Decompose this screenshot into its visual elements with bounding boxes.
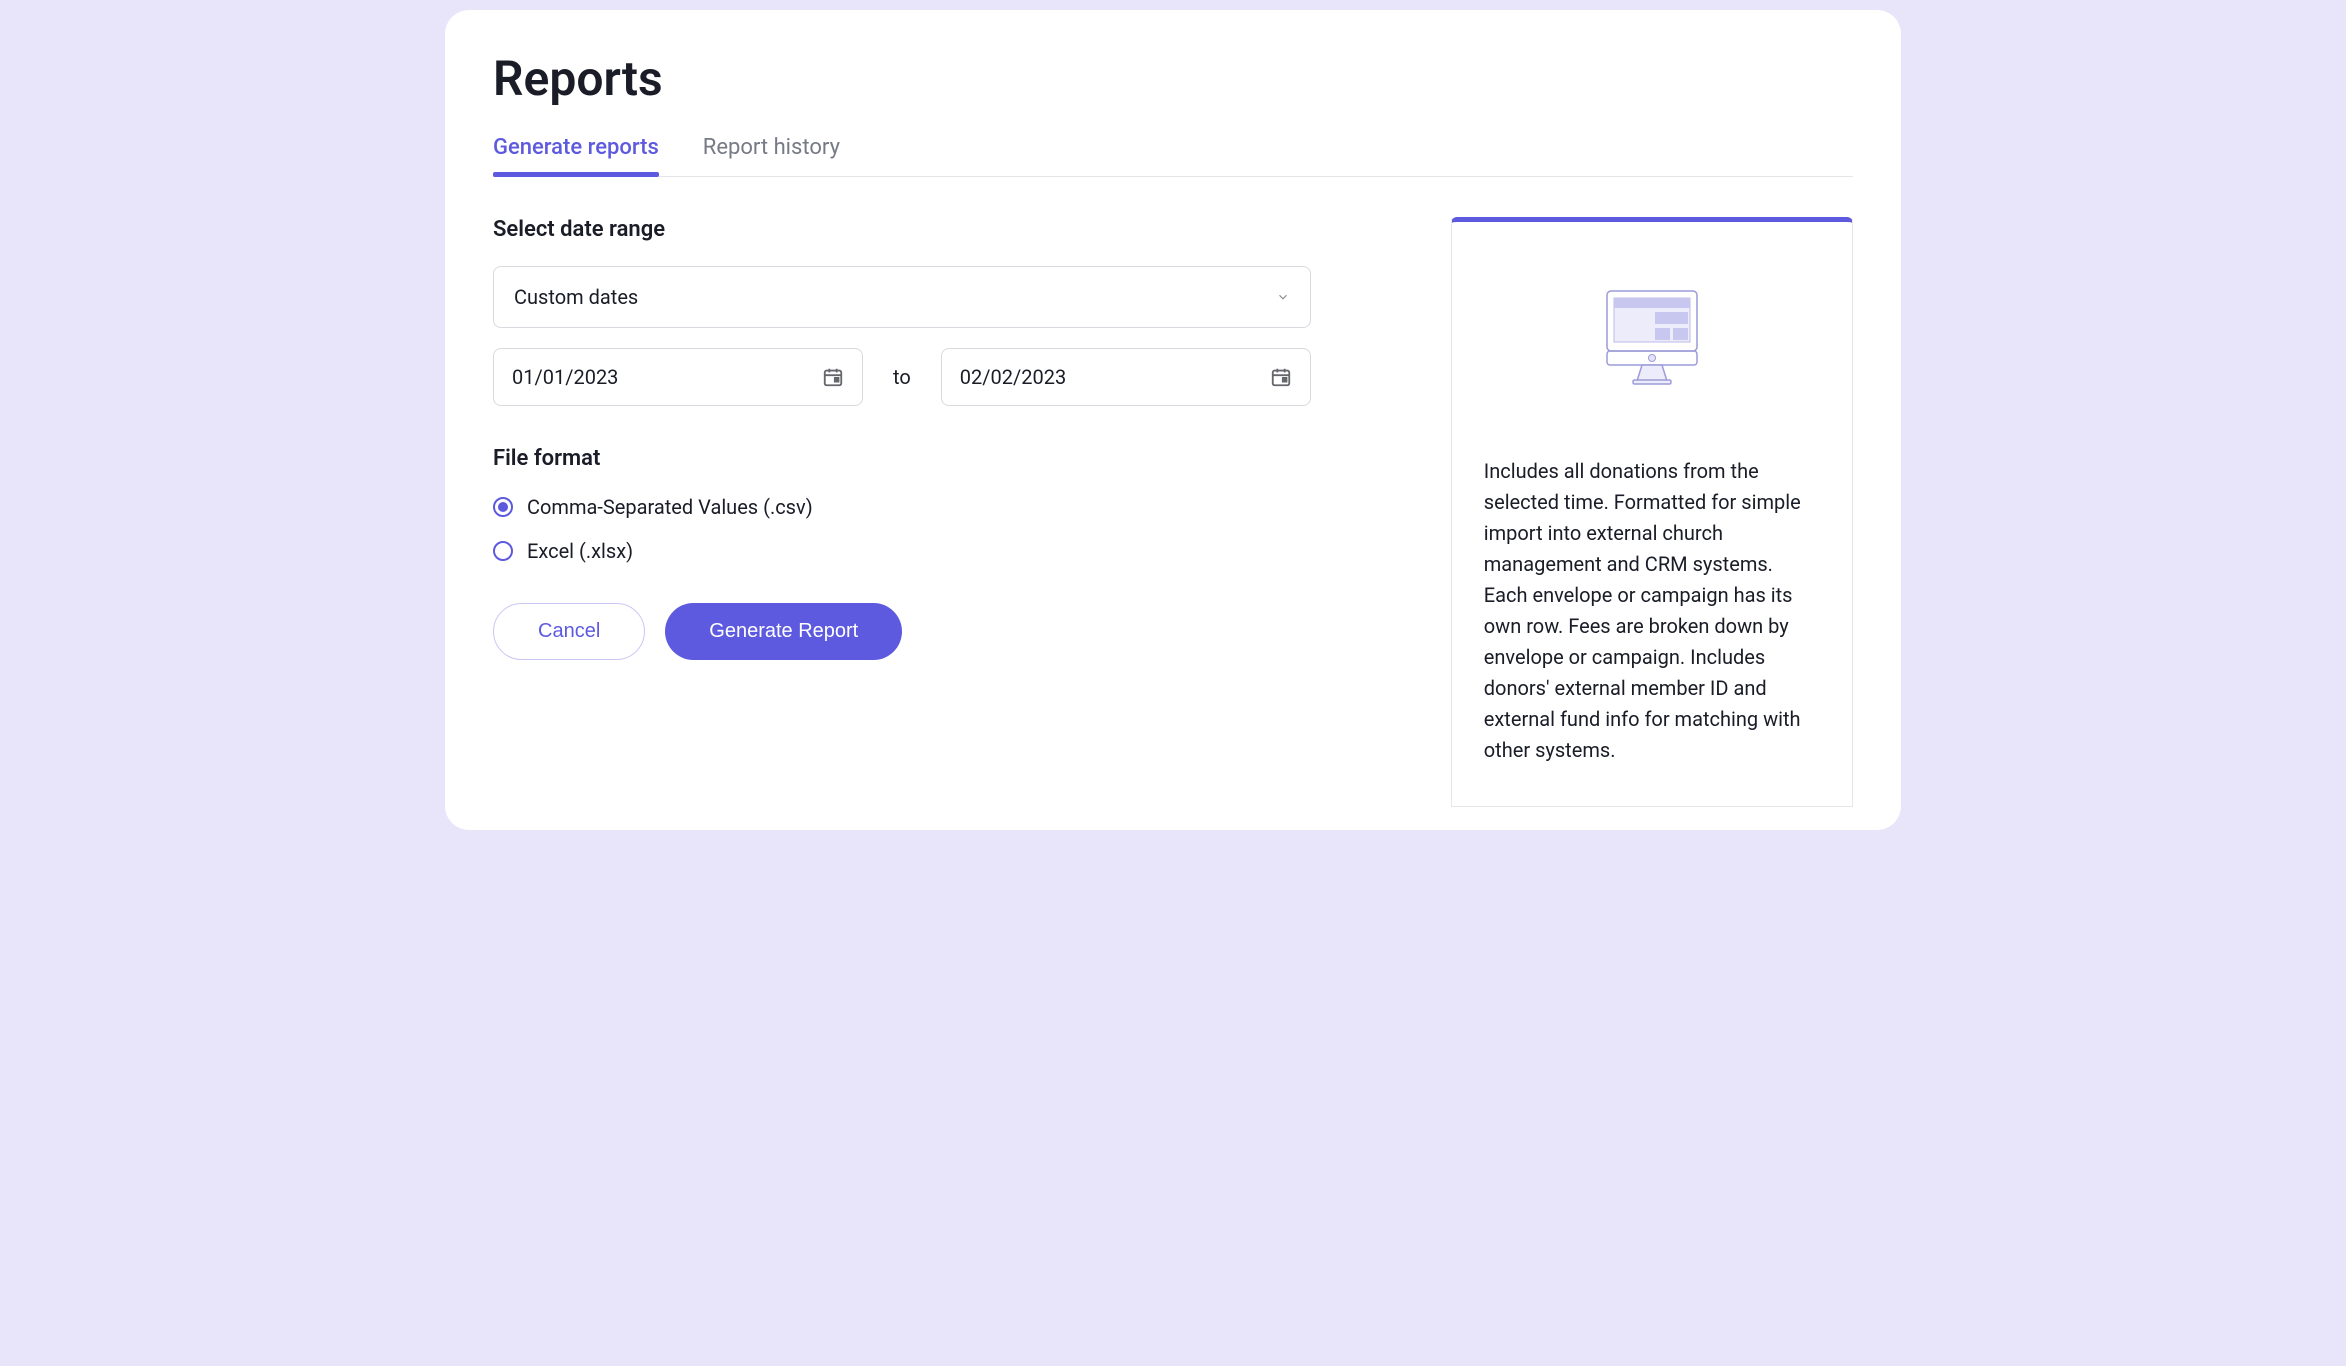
tab-report-history[interactable]: Report history xyxy=(703,135,840,176)
chevron-down-icon xyxy=(1276,290,1290,304)
calendar-icon xyxy=(822,366,844,388)
info-card: Includes all donations from the selected… xyxy=(1451,217,1853,807)
page-title: Reports xyxy=(493,50,1853,107)
cancel-button[interactable]: Cancel xyxy=(493,603,645,660)
to-label: to xyxy=(893,365,911,389)
calendar-icon xyxy=(1270,366,1292,388)
xlsx-label: Excel (.xlsx) xyxy=(527,539,633,563)
info-description: Includes all donations from the selected… xyxy=(1484,456,1820,766)
start-date-value: 01/01/2023 xyxy=(512,365,618,389)
end-date-input[interactable]: 02/02/2023 xyxy=(941,348,1311,406)
generate-report-button[interactable]: Generate Report xyxy=(665,603,902,660)
form-area: Select date range Custom dates 01/01/202… xyxy=(493,217,1311,660)
file-format-heading: File format xyxy=(493,446,1311,471)
content-area: Select date range Custom dates 01/01/202… xyxy=(493,217,1853,807)
reports-window: Reports Generate reports Report history … xyxy=(445,10,1901,830)
buttons-row: Cancel Generate Report xyxy=(493,603,1311,660)
file-format-csv-radio[interactable]: Comma-Separated Values (.csv) xyxy=(493,495,1311,519)
end-date-value: 02/02/2023 xyxy=(960,365,1066,389)
date-range-heading: Select date range xyxy=(493,217,1311,242)
start-date-input[interactable]: 01/01/2023 xyxy=(493,348,863,406)
tab-generate-reports[interactable]: Generate reports xyxy=(493,135,659,176)
radio-unselected-icon xyxy=(493,541,513,561)
radio-selected-icon xyxy=(493,497,513,517)
csv-label: Comma-Separated Values (.csv) xyxy=(527,495,813,519)
date-range-preset-value: Custom dates xyxy=(514,285,638,309)
date-range-preset-select[interactable]: Custom dates xyxy=(493,266,1311,328)
computer-icon xyxy=(1484,286,1820,386)
file-format-xlsx-radio[interactable]: Excel (.xlsx) xyxy=(493,539,1311,563)
tabs: Generate reports Report history xyxy=(493,135,1853,177)
date-row: 01/01/2023 to 02/02/2023 xyxy=(493,348,1311,406)
